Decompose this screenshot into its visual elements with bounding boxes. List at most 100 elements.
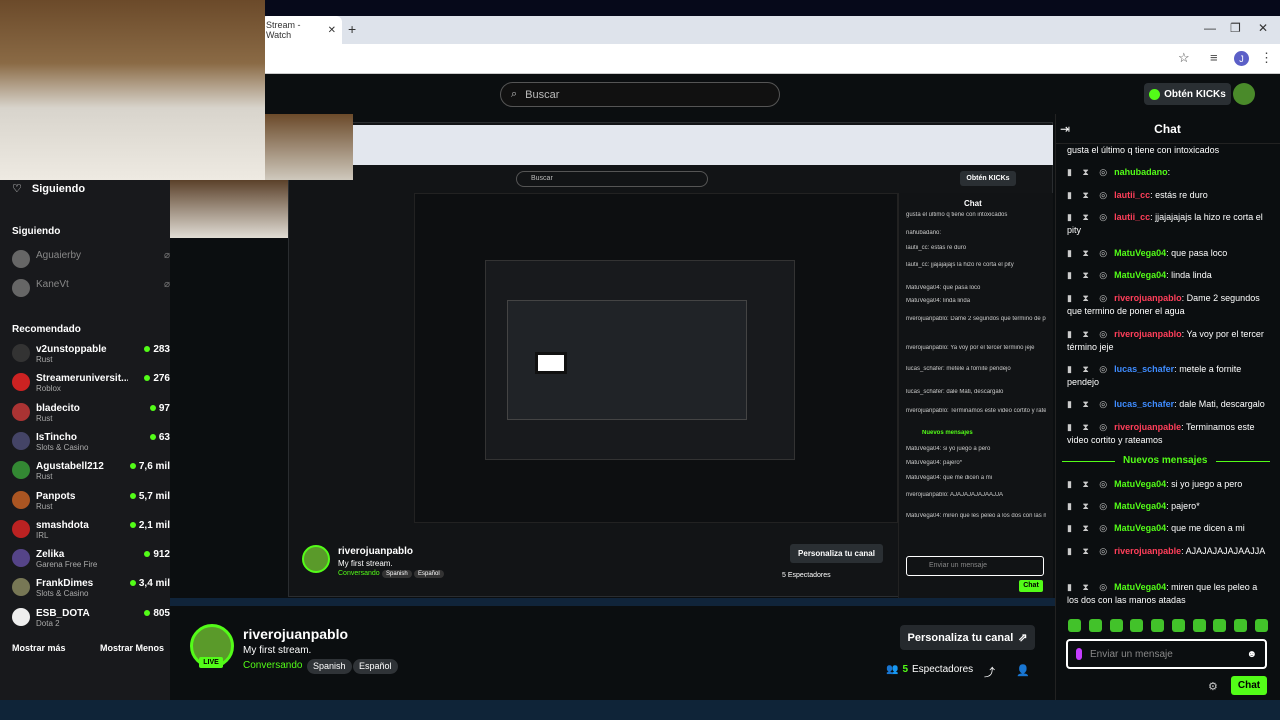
avatar — [12, 490, 30, 509]
recommended-channel[interactable]: smashdota IRL 2,1 mil — [12, 519, 170, 540]
chat-username[interactable]: riverojuanpable — [1114, 546, 1181, 556]
sidebar-following-header[interactable]: ♡ Siguiendo — [12, 182, 85, 196]
chat-badges-icon: ▮ ⧗ ◎ — [1067, 422, 1112, 432]
show-more-link[interactable]: Mostrar más — [12, 643, 66, 653]
viewers-count: 👥 5 Espectadores — [886, 664, 973, 675]
player-bottom-bar — [170, 598, 1055, 606]
nested-chat-line: nahubadano: — [906, 230, 942, 236]
chat-message: ▮ ⧗ ◎ MatuVega04: miren que les peleo a l… — [1067, 581, 1267, 607]
viewer-number: 283 — [153, 344, 170, 355]
search-icon: ⌕ — [511, 88, 518, 100]
recommended-channel[interactable]: Agustabell212 Rust 7,6 mil — [12, 461, 170, 481]
get-kicks-button[interactable]: Obtén KICKs — [1144, 83, 1231, 105]
search-input[interactable]: ⌕ Buscar — [500, 82, 780, 107]
chat-username[interactable]: riverojuanpablo — [1114, 293, 1182, 303]
chat-username[interactable]: lucas_schafer — [1114, 364, 1174, 374]
restore-icon[interactable]: ❐ — [1230, 21, 1241, 35]
viewer-count: 276 — [144, 373, 170, 384]
new-tab-button[interactable]: + — [348, 21, 356, 37]
chat-text: que me dicen a mi — [1171, 523, 1245, 533]
live-dot-icon — [129, 521, 136, 528]
chat-username[interactable]: MatuVega04 — [1114, 523, 1166, 533]
nested-chat-title: Chat — [964, 199, 982, 208]
browser-profile-avatar[interactable]: J — [1234, 51, 1249, 66]
chat-username[interactable]: MatuVega04 — [1114, 582, 1166, 592]
emote-icon[interactable] — [1234, 619, 1248, 632]
following-item[interactable]: KaneVt ⌀ — [12, 279, 170, 297]
emote-icon[interactable] — [1213, 619, 1227, 632]
chat-badges-icon: ▮ ⧗ ◎ — [1067, 546, 1112, 556]
emote-icon[interactable] — [1109, 619, 1123, 632]
stream-category[interactable]: Conversando — [243, 660, 302, 671]
browser-menu-icon[interactable]: ⋮ — [1260, 50, 1273, 66]
chat-username[interactable]: MatuVega04 — [1114, 248, 1166, 258]
chat-username[interactable]: lautii_cc — [1114, 212, 1150, 222]
browser-tab[interactable]: Stream - Watch ✕ — [262, 16, 342, 44]
chat-badges-icon: ▮ ⧗ ◎ — [1067, 190, 1112, 200]
chat-username[interactable]: MatuVega04 — [1114, 479, 1166, 489]
nested-chat-line: lautii_cc: estás re duro — [906, 245, 967, 251]
mic-icon — [1076, 648, 1082, 660]
recommended-channel[interactable]: Zelika Garena Free Fire 912 — [12, 549, 170, 569]
chat-settings-icon[interactable]: ⚙ — [1208, 680, 1218, 693]
viewer-count: 5,7 mil — [129, 491, 170, 502]
emoji-icon[interactable]: ☻ — [1246, 649, 1257, 660]
chat-badges-icon: ▮ ⧗ ◎ — [1067, 501, 1112, 511]
following-item[interactable]: Aguaierby ⌀ — [12, 250, 170, 268]
emote-icon[interactable] — [1130, 619, 1144, 632]
tab-close-icon[interactable]: ✕ — [328, 25, 336, 36]
chat-username[interactable]: riverojuanpablo — [1114, 329, 1182, 339]
emote-icon[interactable] — [1151, 619, 1165, 632]
emote-icon[interactable] — [1088, 619, 1102, 632]
show-less-link[interactable]: Mostrar Menos — [100, 643, 164, 653]
chat-username[interactable]: nahubadano — [1114, 167, 1168, 177]
nested-chat-line: riverojuanpablo: Ya voy por el tercer té… — [906, 345, 1035, 351]
emote-icon[interactable] — [1192, 619, 1206, 632]
minimize-icon[interactable]: — — [1204, 21, 1216, 35]
recommended-channel[interactable]: IsTincho Slots & Casino 63 — [12, 431, 170, 452]
emote-icon[interactable] — [1068, 619, 1081, 632]
channel-name[interactable]: riverojuanpablo — [243, 626, 348, 642]
live-dot-icon — [129, 463, 136, 470]
share-icon[interactable]: ⤴ — [984, 664, 995, 680]
channel-text: Agustabell212 Rust — [36, 461, 104, 481]
chat-username[interactable]: MatuVega04 — [1114, 501, 1166, 511]
chat-input[interactable]: Enviar un mensaje ☻ — [1066, 639, 1267, 669]
recommended-channel[interactable]: Panpots Rust 5,7 mil — [12, 490, 170, 511]
collapse-chat-icon[interactable]: ⇥ — [1060, 122, 1070, 136]
avatar — [12, 279, 30, 297]
chat-send-button[interactable]: Chat — [1231, 676, 1267, 695]
channel-text: v2unstoppable Rust — [36, 344, 107, 364]
bookmark-star-icon[interactable]: ☆ — [1178, 50, 1190, 66]
recommended-channel[interactable]: v2unstoppable Rust 283 — [12, 344, 170, 364]
chat-username[interactable]: MatuVega04 — [1114, 270, 1166, 280]
nested-chat-line: MatuVega04: pajero* — [906, 460, 963, 466]
chat-username[interactable]: lucas_schafer — [1114, 399, 1174, 409]
stream-title: My first stream. — [243, 645, 312, 656]
recommended-channel[interactable]: bladecito Rust 97 — [12, 402, 170, 423]
recommended-section-heading: Recomendado — [12, 324, 81, 335]
media-controls-icon[interactable]: ≡ — [1210, 50, 1218, 65]
recommended-channel[interactable]: Streameruniversit... Roblox 276 — [12, 373, 170, 393]
emote-icon[interactable] — [1171, 619, 1185, 632]
nested-customize-button: Personaliza tu canal — [790, 544, 883, 563]
chat-username[interactable]: riverojuanpable — [1114, 422, 1181, 432]
new-messages-label: Nuevos mensajes — [1115, 455, 1216, 466]
chat-username[interactable]: lautii_cc — [1114, 190, 1150, 200]
live-dot-icon — [149, 404, 156, 411]
customize-channel-button[interactable]: Personaliza tu canal ⇗ — [900, 625, 1035, 650]
tag-espanol[interactable]: Español — [353, 659, 398, 674]
channel-name: ESB_DOTA — [36, 607, 90, 619]
chat-badges-icon: ▮ ⧗ ◎ — [1067, 293, 1112, 303]
emote-icon[interactable] — [1254, 619, 1268, 632]
channel-category: Slots & Casino — [36, 442, 89, 452]
follow-user-icon[interactable]: 👤 — [1016, 664, 1030, 677]
chat-badges-icon: ▮ ⧗ ◎ — [1067, 329, 1112, 339]
channel-name: Panpots — [36, 490, 76, 502]
user-avatar[interactable] — [1233, 83, 1255, 105]
recommended-channel[interactable]: ESB_DOTA Dota 2 805 — [12, 607, 170, 628]
window-close-icon[interactable]: ✕ — [1258, 21, 1268, 35]
channel-category: Slots & Casino — [36, 589, 89, 599]
recommended-channel[interactable]: FrankDimes Slots & Casino 3,4 mil — [12, 578, 170, 598]
tag-spanish[interactable]: Spanish — [307, 659, 352, 674]
